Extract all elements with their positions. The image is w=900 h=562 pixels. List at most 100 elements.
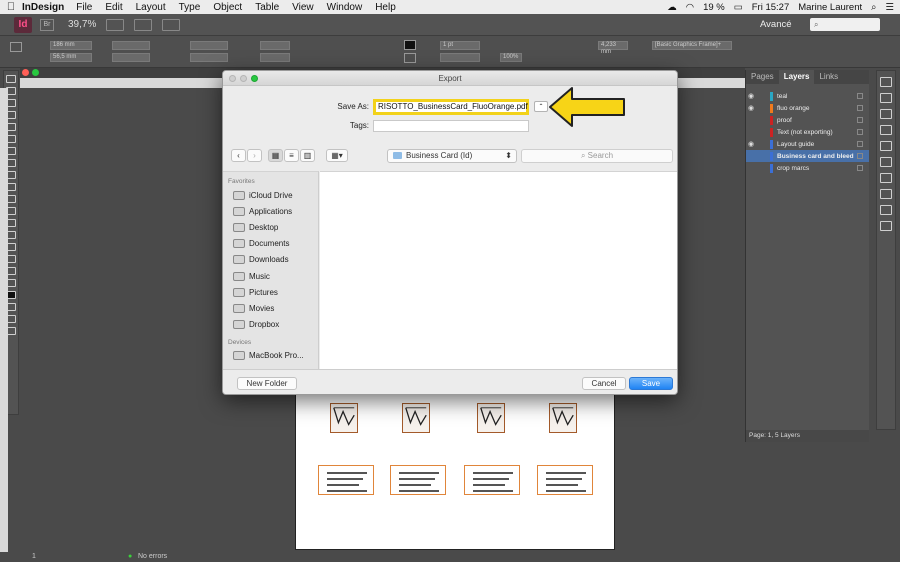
sidebar-item-desktop[interactable]: Desktop: [223, 219, 318, 235]
text-wrap-panel-icon[interactable]: [880, 189, 892, 199]
expand-dialog-button[interactable]: ⌃: [534, 101, 548, 112]
sidebar-item-pictures[interactable]: Pictures: [223, 284, 318, 300]
business-card-frame[interactable]: [390, 465, 446, 495]
lock-toggle-icon[interactable]: [857, 153, 863, 159]
width-field[interactable]: [112, 41, 150, 50]
y-field[interactable]: 56,5 mm: [50, 53, 92, 62]
shear-field[interactable]: [260, 53, 290, 62]
business-card-frame[interactable]: [464, 465, 520, 495]
back-button[interactable]: ‹: [231, 149, 246, 162]
pages-panel-icon[interactable]: [880, 77, 892, 87]
menu-file[interactable]: File: [76, 2, 92, 13]
bridge-button[interactable]: Br: [40, 18, 54, 31]
opacity-field[interactable]: 100%: [500, 53, 522, 62]
fill-swatch[interactable]: [404, 40, 416, 50]
business-card-frame[interactable]: [537, 465, 593, 495]
file-browser[interactable]: [320, 171, 677, 369]
zoom-level[interactable]: 39,7%: [68, 19, 96, 30]
layer-row[interactable]: proof: [746, 114, 869, 126]
wifi-icon[interactable]: ◠: [686, 2, 694, 13]
stroke-weight-field[interactable]: 1 pt: [440, 41, 480, 50]
tab-pages[interactable]: Pages: [746, 70, 779, 84]
sidebar-item-icloud-drive[interactable]: iCloud Drive: [223, 187, 318, 203]
menu-layout[interactable]: Layout: [136, 2, 166, 13]
rotation-field[interactable]: [260, 41, 290, 50]
dialog-close-icon[interactable]: [229, 75, 236, 82]
x-field[interactable]: 186 mm: [50, 41, 92, 50]
sidebar-item-applications[interactable]: Applications: [223, 203, 318, 219]
user-name[interactable]: Marine Laurent: [798, 2, 862, 13]
screen-mode-icon[interactable]: [134, 18, 153, 31]
layer-row[interactable]: crop marcs: [746, 162, 869, 174]
menu-type[interactable]: Type: [179, 2, 201, 13]
layer-row[interactable]: ◉ Layout guide: [746, 138, 869, 150]
lock-toggle-icon[interactable]: [857, 129, 863, 135]
column-view-button[interactable]: ▥: [300, 149, 315, 162]
swatches-panel-icon[interactable]: [880, 141, 892, 151]
window-zoom-icon[interactable]: [32, 69, 39, 76]
adobe-stock-search[interactable]: ⌕: [810, 18, 880, 31]
notification-icon[interactable]: ☰: [885, 2, 894, 13]
lock-toggle-icon[interactable]: [857, 141, 863, 147]
stroke-type-field[interactable]: [440, 53, 480, 62]
cc-libraries-icon[interactable]: [880, 205, 892, 215]
page-number[interactable]: 1: [32, 553, 36, 560]
menu-table[interactable]: Table: [255, 2, 279, 13]
icon-view-button[interactable]: ▦: [268, 149, 283, 162]
arrange-button[interactable]: ▦▾: [326, 149, 348, 162]
sidebar-item-macbook[interactable]: MacBook Pro...: [223, 348, 318, 364]
business-card-frame[interactable]: [318, 465, 374, 495]
links-panel-icon[interactable]: [880, 109, 892, 119]
image-frame[interactable]: [549, 403, 577, 433]
gradient-panel-icon[interactable]: [880, 157, 892, 167]
workspace-switcher[interactable]: Avancé: [760, 19, 792, 30]
scale-x-field[interactable]: [190, 41, 228, 50]
document-page[interactable]: [295, 390, 615, 550]
location-select[interactable]: Business Card (Id) ⬍: [387, 149, 517, 163]
height-field[interactable]: [112, 53, 150, 62]
filename-input[interactable]: RISOTTO_BusinessCard_FluoOrange.pdf: [373, 99, 529, 115]
sidebar-item-documents[interactable]: Documents: [223, 236, 318, 252]
lock-toggle-icon[interactable]: [857, 165, 863, 171]
menu-view[interactable]: View: [292, 2, 314, 13]
forward-button[interactable]: ›: [247, 149, 262, 162]
save-button[interactable]: Save: [629, 377, 673, 390]
lock-toggle-icon[interactable]: [857, 117, 863, 123]
dialog-zoom-icon[interactable]: [251, 75, 258, 82]
menu-edit[interactable]: Edit: [105, 2, 122, 13]
image-frame[interactable]: [330, 403, 358, 433]
sidebar-item-downloads[interactable]: Downloads: [223, 252, 318, 268]
effects-panel-icon[interactable]: [880, 173, 892, 183]
view-options-icon[interactable]: [106, 18, 125, 31]
preflight-status[interactable]: No errors: [138, 553, 167, 560]
visibility-eye-icon[interactable]: ◉: [746, 92, 756, 100]
layer-row[interactable]: Text (not exporting): [746, 126, 869, 138]
layer-row[interactable]: ◉ teal: [746, 90, 869, 102]
menu-window[interactable]: Window: [327, 2, 363, 13]
dialog-minimize-icon[interactable]: [240, 75, 247, 82]
stroke-panel-icon[interactable]: [880, 125, 892, 135]
spacing-field[interactable]: 4,233 mm: [598, 41, 628, 55]
cancel-button[interactable]: Cancel: [582, 377, 626, 390]
battery-icon[interactable]: ▭: [734, 2, 743, 13]
sidebar-item-dropbox[interactable]: Dropbox: [223, 317, 318, 333]
visibility-eye-icon[interactable]: ◉: [746, 104, 756, 112]
visibility-eye-icon[interactable]: ◉: [746, 140, 756, 148]
layer-row[interactable]: ◉ fluo orange: [746, 102, 869, 114]
arrange-documents-icon[interactable]: [162, 18, 181, 31]
menu-object[interactable]: Object: [213, 2, 242, 13]
selection-tool-icon[interactable]: [6, 75, 16, 83]
sidebar-item-movies[interactable]: Movies: [223, 300, 318, 316]
search-input[interactable]: ⌕ Search: [521, 149, 673, 163]
cloud-icon[interactable]: ☁: [667, 2, 677, 13]
apple-icon[interactable]: : [0, 1, 22, 13]
lock-toggle-icon[interactable]: [857, 105, 863, 111]
layer-row[interactable]: Business card and bleed: [746, 150, 869, 162]
layers-panel-icon[interactable]: [880, 93, 892, 103]
tab-links[interactable]: Links: [814, 70, 843, 84]
vertical-ruler[interactable]: [0, 88, 8, 558]
scale-y-field[interactable]: [190, 53, 228, 62]
stroke-swatch[interactable]: [404, 53, 416, 63]
object-style-select[interactable]: [Basic Graphics Frame]+: [652, 41, 732, 50]
lock-toggle-icon[interactable]: [857, 93, 863, 99]
